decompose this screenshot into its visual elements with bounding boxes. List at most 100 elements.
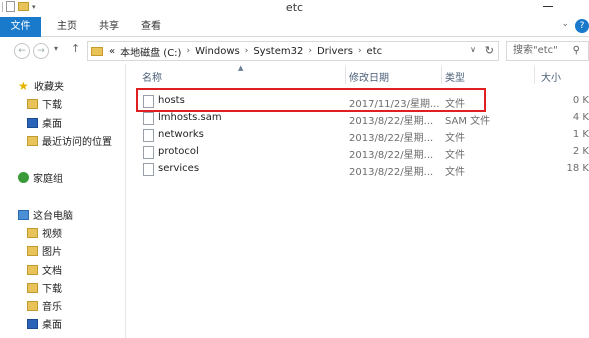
file-icon <box>143 112 154 125</box>
nav-label: 家庭组 <box>33 174 63 185</box>
file-row[interactable]: lmhosts.sam 2013/8/22/星期... SAM 文件 4 K <box>136 110 589 127</box>
search-placeholder: 搜索"etc" <box>513 45 558 56</box>
nav-item-desktop-pc[interactable]: 桌面 <box>27 316 62 331</box>
file-size: 1 K <box>572 129 589 140</box>
file-icon <box>143 163 154 176</box>
file-type: 文件 <box>445 133 465 144</box>
nav-this-pc[interactable]: 这台电脑 <box>18 207 73 222</box>
sort-ascending-icon: ▲ <box>238 64 244 72</box>
search-icon[interactable]: ⚲ <box>573 42 580 60</box>
file-name: networks <box>158 129 204 140</box>
nav-item-pictures[interactable]: 图片 <box>27 243 62 258</box>
nav-label: 下载 <box>42 284 62 295</box>
breadcrumb-item[interactable]: Windows <box>195 46 240 57</box>
forward-button[interactable]: → <box>33 43 49 59</box>
nav-item-downloads-pc[interactable]: 下载 <box>27 280 62 295</box>
file-modified: 2013/8/22/星期... <box>349 150 434 161</box>
breadcrumb-overflow[interactable]: « <box>109 46 115 57</box>
tab-share[interactable]: 共享 <box>99 17 119 37</box>
file-modified: 2013/8/22/星期... <box>349 116 434 127</box>
navigation-pane: ★ 收藏夹 下载 桌面 最近访问的位置 家庭组 这台电脑 视频 图片 文档 下载… <box>0 64 122 338</box>
computer-icon <box>18 209 29 220</box>
ribbon-tabs: 文件 主页 共享 查看 ⌄ ? <box>0 17 589 37</box>
star-icon: ★ <box>18 78 29 93</box>
breadcrumb-item[interactable]: etc <box>367 46 383 57</box>
chevron-right-icon[interactable]: › <box>186 46 190 56</box>
desktop-icon <box>27 117 38 128</box>
breadcrumb-item[interactable]: 本地磁盘 (C:) <box>120 44 181 59</box>
column-header-modified[interactable]: 修改日期 <box>349 69 389 84</box>
downloads-folder-icon <box>27 98 38 109</box>
search-input[interactable]: 搜索"etc" ⚲ <box>506 41 589 61</box>
highlight-box <box>136 88 486 112</box>
address-dropdown-icon[interactable]: ∨ <box>470 45 476 54</box>
nav-item-music[interactable]: 音乐 <box>27 298 62 313</box>
file-row[interactable]: networks 2013/8/22/星期... 文件 1 K <box>136 127 589 144</box>
nav-label: 视频 <box>42 229 62 240</box>
file-size: 0 K <box>572 95 589 106</box>
file-name: lmhosts.sam <box>158 112 222 123</box>
nav-item-desktop[interactable]: 桌面 <box>27 115 62 130</box>
tab-home[interactable]: 主页 <box>57 17 77 37</box>
file-type: 文件 <box>445 150 465 161</box>
window-title: etc <box>285 1 304 14</box>
folder-icon <box>91 46 103 56</box>
videos-folder-icon <box>27 227 38 238</box>
documents-folder-icon <box>27 264 38 275</box>
nav-item-documents[interactable]: 文档 <box>27 262 62 277</box>
nav-label: 音乐 <box>42 302 62 313</box>
nav-favorites[interactable]: ★ 收藏夹 <box>18 78 64 94</box>
chevron-right-icon[interactable]: › <box>308 46 312 56</box>
nav-label: 收藏夹 <box>34 82 64 93</box>
nav-label: 文档 <box>42 266 62 277</box>
refresh-icon[interactable]: ↻ <box>485 44 494 57</box>
file-modified: 2013/8/22/星期... <box>349 167 434 178</box>
breadcrumb: « 本地磁盘 (C:) › Windows › System32 › Drive… <box>109 44 382 59</box>
homegroup-icon <box>18 172 29 183</box>
downloads-folder-icon <box>27 282 38 293</box>
file-name: protocol <box>158 146 199 157</box>
pictures-folder-icon <box>27 245 38 256</box>
nav-label: 桌面 <box>42 320 62 331</box>
desktop-icon <box>27 318 38 329</box>
nav-homegroup[interactable]: 家庭组 <box>18 170 63 185</box>
up-button[interactable]: ↑ <box>71 42 80 55</box>
column-header-name[interactable]: 名称 <box>142 69 162 84</box>
nav-label: 桌面 <box>42 119 62 130</box>
music-folder-icon <box>27 300 38 311</box>
breadcrumb-item[interactable]: Drivers <box>317 46 353 57</box>
recent-locations-icon[interactable]: ▾ <box>54 44 58 53</box>
file-type: SAM 文件 <box>445 116 491 127</box>
file-row[interactable]: services 2013/8/22/星期... 文件 18 K <box>136 161 589 178</box>
back-button[interactable]: ← <box>14 43 30 59</box>
title-bar: ▾ etc <box>0 0 589 16</box>
column-divider[interactable] <box>345 66 346 84</box>
nav-item-recent[interactable]: 最近访问的位置 <box>27 133 112 148</box>
column-divider[interactable] <box>534 66 535 84</box>
nav-item-downloads[interactable]: 下载 <box>27 96 62 111</box>
column-header-type[interactable]: 类型 <box>445 69 465 84</box>
nav-label: 最近访问的位置 <box>42 137 112 148</box>
expand-ribbon-icon[interactable]: ⌄ <box>561 19 569 29</box>
nav-item-videos[interactable]: 视频 <box>27 225 62 240</box>
column-header-size[interactable]: 大小 <box>541 69 561 84</box>
chevron-right-icon[interactable]: › <box>245 46 249 56</box>
file-size: 2 K <box>572 146 589 157</box>
help-icon[interactable]: ? <box>575 19 589 33</box>
recent-places-icon <box>27 135 38 146</box>
minimize-icon[interactable] <box>543 6 553 7</box>
file-size: 4 K <box>572 112 589 123</box>
breadcrumb-item[interactable]: System32 <box>253 46 303 57</box>
address-bar[interactable]: « 本地磁盘 (C:) › Windows › System32 › Drive… <box>87 41 499 61</box>
file-icon <box>143 146 154 159</box>
tab-view[interactable]: 查看 <box>141 17 161 37</box>
file-row[interactable]: protocol 2013/8/22/星期... 文件 2 K <box>136 144 589 161</box>
file-type: 文件 <box>445 167 465 178</box>
file-size: 18 K <box>566 163 589 174</box>
file-modified: 2013/8/22/星期... <box>349 133 434 144</box>
column-divider[interactable] <box>441 66 442 84</box>
nav-label: 这台电脑 <box>33 211 73 222</box>
nav-label: 下载 <box>42 100 62 111</box>
chevron-right-icon[interactable]: › <box>358 46 362 56</box>
tab-file[interactable]: 文件 <box>0 17 41 37</box>
